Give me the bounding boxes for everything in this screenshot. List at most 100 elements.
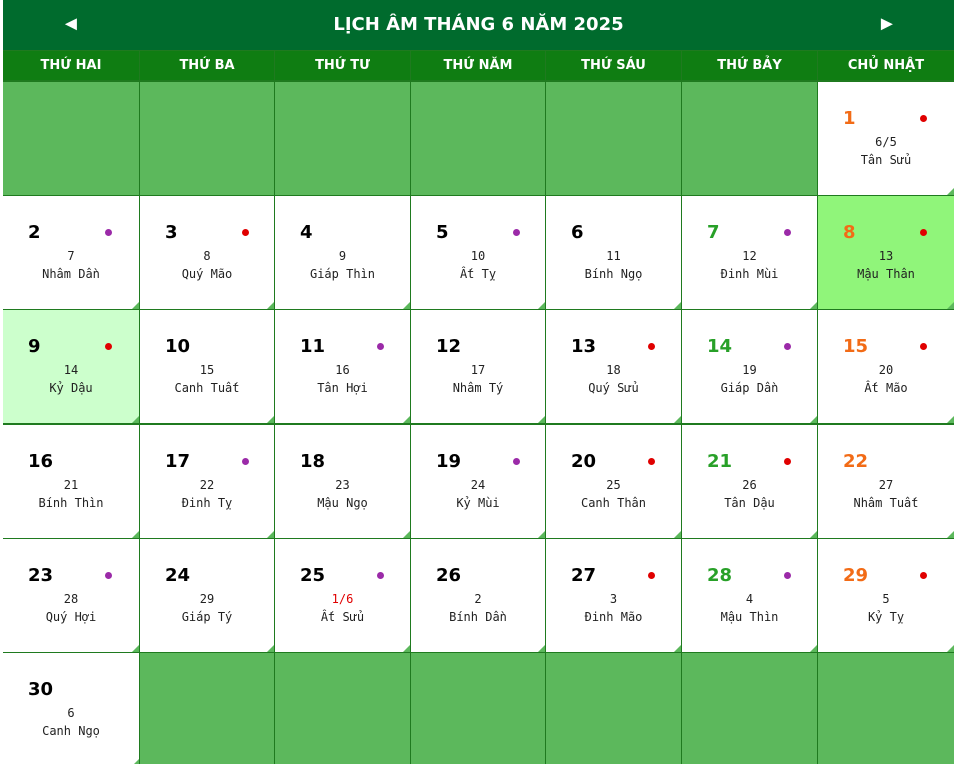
day-cell[interactable]: 25 1/6 Ất Sửu (275, 539, 410, 652)
day-cell[interactable]: 11 16 Tân Hợi (275, 310, 410, 423)
day-cell[interactable]: 3 8 Quý Mão (140, 196, 274, 309)
day-cell[interactable]: 7 12 Đinh Mùi (682, 196, 817, 309)
day-cell[interactable]: 21 26 Tân Dậu (682, 425, 817, 538)
lunar-date: 27 (878, 478, 894, 492)
can-chi-day-name: Quý Hợi (45, 610, 97, 624)
good-day-dot-icon (648, 458, 655, 465)
day-cell[interactable]: 16 21 Bính Thìn (3, 425, 139, 538)
solar-day-number: 6 (571, 222, 584, 243)
cell-corner-fold (132, 645, 139, 652)
can-chi-day-name: Đinh Mão (584, 610, 643, 624)
cell-corner-fold (947, 416, 954, 423)
cell-corner-fold (403, 416, 410, 423)
cell-corner-fold (674, 302, 681, 309)
solar-day-number: 3 (165, 222, 178, 243)
lunar-date: 28 (63, 592, 79, 606)
next-month-arrow-icon[interactable]: ► (877, 0, 897, 50)
can-chi-day-name: Kỷ Dậu (49, 381, 93, 395)
day-cell[interactable]: 12 17 Nhâm Tý (411, 310, 545, 423)
good-day-dot-icon (784, 458, 791, 465)
day-cell[interactable]: 24 29 Giáp Tý (140, 539, 274, 652)
can-chi-day-name: Nhâm Tuất (853, 496, 919, 510)
cell-corner-fold (267, 302, 274, 309)
calendar-header: ◄ LỊCH ÂM THÁNG 6 NĂM 2025 ► (3, 0, 954, 50)
bad-day-dot-icon (513, 458, 520, 465)
bad-day-dot-icon (105, 572, 112, 579)
day-cell[interactable]: 1 6/5 Tân Sửu (818, 82, 954, 195)
solar-day-number: 23 (28, 565, 54, 586)
empty-day-cell (411, 82, 545, 195)
day-cell[interactable]: 22 27 Nhâm Tuất (818, 425, 954, 538)
day-cell[interactable]: 6 11 Bính Ngọ (546, 196, 681, 309)
empty-day-cell (546, 82, 681, 195)
day-cell[interactable]: 13 18 Quý Sửu (546, 310, 681, 423)
can-chi-day-name: Đinh Tỵ (181, 496, 233, 510)
lunar-date: 19 (742, 363, 757, 377)
lunar-date: 2 (474, 592, 482, 606)
can-chi-day-name: Giáp Thìn (309, 267, 376, 281)
solar-day-number: 29 (843, 565, 869, 586)
solar-day-number: 9 (28, 336, 41, 357)
solar-day-number: 2 (28, 222, 41, 243)
day-cell[interactable]: 8 13 Mậu Thân (818, 196, 954, 309)
bad-day-dot-icon (784, 229, 791, 236)
solar-day-number: 10 (165, 336, 191, 357)
can-chi-day-name: Bính Thìn (38, 496, 104, 510)
cell-corner-fold (132, 416, 139, 423)
bad-day-dot-icon (784, 343, 791, 350)
day-cell[interactable]: 15 20 Ất Mão (818, 310, 954, 423)
day-cell[interactable]: 4 9 Giáp Thìn (275, 196, 410, 309)
day-cell[interactable]: 19 24 Kỷ Mùi (411, 425, 545, 538)
can-chi-day-name: Giáp Dần (720, 381, 779, 395)
solar-day-number: 28 (707, 565, 733, 586)
day-cell[interactable]: 14 19 Giáp Dần (682, 310, 817, 423)
day-cell[interactable]: 9 14 Kỷ Dậu (3, 310, 139, 423)
lunar-date: 4 (745, 592, 754, 606)
cell-corner-fold (947, 645, 954, 652)
bad-day-dot-icon (377, 343, 384, 350)
lunar-date: 15 (199, 363, 215, 377)
day-cell[interactable]: 27 3 Đinh Mão (546, 539, 681, 652)
solar-day-number: 30 (28, 679, 54, 700)
can-chi-day-name: Bính Dần (449, 610, 507, 624)
weekday-header: THỨ TƯ (275, 51, 410, 80)
weekday-header: THỨ BA (140, 51, 274, 80)
day-cell[interactable]: 2 7 Nhâm Dần (3, 196, 139, 309)
can-chi-day-name: Quý Mão (181, 267, 233, 281)
lunar-date: 1/6 (331, 592, 354, 606)
empty-day-cell (275, 82, 410, 195)
cell-corner-fold (538, 416, 545, 423)
cell-corner-fold (947, 302, 954, 309)
can-chi-day-name: Canh Ngọ (42, 724, 100, 738)
day-cell[interactable]: 20 25 Canh Thân (546, 425, 681, 538)
can-chi-day-name: Ất Sửu (320, 610, 365, 624)
empty-day-cell (411, 653, 545, 764)
lunar-date: 18 (606, 363, 621, 377)
lunar-date: 6 (67, 706, 75, 720)
good-day-dot-icon (920, 115, 927, 122)
solar-day-number: 16 (28, 451, 54, 472)
empty-day-cell (818, 653, 954, 764)
calendar-title: LỊCH ÂM THÁNG 6 NĂM 2025 (333, 14, 624, 35)
day-cell[interactable]: 17 22 Đinh Tỵ (140, 425, 274, 538)
day-cell[interactable]: 26 2 Bính Dần (411, 539, 545, 652)
day-cell[interactable]: 28 4 Mậu Thìn (682, 539, 817, 652)
can-chi-day-name: Tân Hợi (317, 381, 368, 395)
can-chi-day-name: Đinh Mùi (720, 267, 779, 281)
weekday-header: THỨ SÁU (546, 51, 681, 80)
lunar-date: 7 (67, 249, 75, 263)
bad-day-dot-icon (105, 229, 112, 236)
empty-day-cell (140, 653, 274, 764)
day-cell[interactable]: 29 5 Kỷ Tỵ (818, 539, 954, 652)
day-cell[interactable]: 10 15 Canh Tuất (140, 310, 274, 423)
day-cell[interactable]: 5 10 Ất Tỵ (411, 196, 545, 309)
can-chi-day-name: Ất Tỵ (459, 267, 497, 281)
solar-day-number: 13 (571, 336, 597, 357)
day-cell[interactable]: 18 23 Mậu Ngọ (275, 425, 410, 538)
day-cell[interactable]: 30 6 Canh Ngọ (3, 653, 139, 764)
solar-day-number: 24 (165, 565, 191, 586)
cell-corner-fold (538, 302, 545, 309)
day-cell[interactable]: 23 28 Quý Hợi (3, 539, 139, 652)
solar-day-number: 20 (571, 451, 597, 472)
lunar-date: 22 (199, 478, 215, 492)
